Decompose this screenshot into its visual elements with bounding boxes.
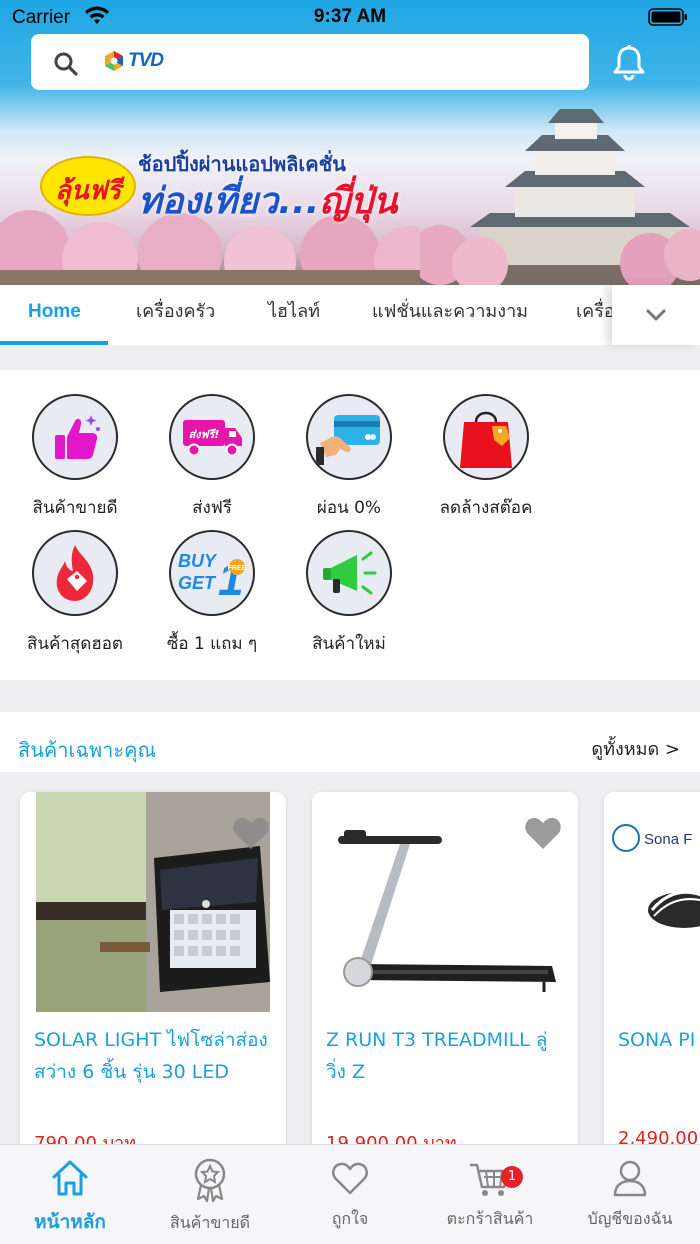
promo-line-2a: ท่องเที่ยว... [138,181,320,222]
promo-line-2b: ญี่ปุ่น [319,181,398,222]
nav-label: บัญชีของฉัน [587,1209,673,1228]
nav-favorites[interactable]: ถูกใจ [280,1157,420,1232]
nav-label: ถูกใจ [331,1209,369,1228]
product-image-sona: Sona F [604,792,700,1022]
nav-account[interactable]: บัญชีของฉัน [560,1157,700,1232]
tvd-logo: TVD [103,50,164,72]
product-name: SOLAR LIGHT ไฟโซล่าส่องสว่าง 6 ชิ้น รุ่น… [34,1029,268,1083]
category-icon-frame [306,394,392,480]
nav-label: ตะกร้าสินค้า [446,1209,534,1228]
category-label: สินค้าใหม่ [312,634,386,654]
free-label: FREE [228,565,247,572]
free-badge-label: ลุ้นฟรี [54,176,122,206]
nav-best-seller[interactable]: สินค้าขายดี [140,1157,280,1236]
chevron-down-icon [646,309,666,321]
promo-line-2: ท่องเที่ยว...ญี่ปุ่น [138,172,397,229]
bottom-navigation: หน้าหลัก สินค้าขายดี ถูกใจ 1 ตะกร้าสินค้… [0,1144,700,1244]
active-tab-indicator [0,341,108,345]
search-bar[interactable]: TVD [31,34,589,90]
favorite-heart-icon[interactable] [232,816,270,850]
tab-highlight[interactable]: ไฮไลท์ [268,285,320,345]
nav-label: หน้าหลัก [34,1211,106,1233]
category-hot-items[interactable]: สินค้าสุดฮอต [5,530,145,657]
tab-kitchen[interactable]: เครื่องครัว [136,285,215,345]
heart-icon [332,1162,368,1195]
product-card[interactable]: SOLAR LIGHT ไฟโซล่าส่องสว่าง 6 ชิ้น รุ่น… [20,792,286,1172]
category-icon-frame [32,530,118,616]
category-label: สินค้าสุดฮอต [27,634,123,654]
category-icon-frame [32,394,118,480]
category-label: ลดล้างสต๊อค [439,498,533,518]
quick-categories: สินค้าขายดี ส่งฟรี! ส่งฟรี ผ่อน 0% ลดล้า… [0,370,700,680]
category-buy1-get[interactable]: BUY GET 1 FREE ซื้อ 1 แถม ๆ [142,530,282,657]
featured-section: สินค้าเฉพาะคุณ ดูทั้งหมด > SOLAR LIGHT ไ… [0,712,700,1172]
category-label: ซื้อ 1 แถม ๆ [166,634,258,654]
user-icon [613,1160,647,1197]
app-screen: Carrier 9:37 AM TVD ลุ้นฟรี ช้อปปิ้งผ่าน… [0,0,700,1244]
category-installment[interactable]: ผ่อน 0% [279,394,419,521]
truck-label: ส่งฟรี! [189,428,220,441]
shopping-bag-icon [460,411,512,468]
featured-title: สินค้าเฉพาะคุณ [18,738,157,762]
tab-fashion-beauty[interactable]: แฟชั่นและความงาม [372,285,528,345]
notification-bell-icon[interactable] [611,44,647,82]
product-card[interactable]: Sona F SONA PI สบาย 2,490.00 [604,792,700,1172]
product-name: SONA PI สบาย [618,1029,700,1051]
see-all-link[interactable]: ดูทั้งหมด > [591,734,680,763]
nav-cart[interactable]: 1 ตะกร้าสินค้า [420,1157,560,1232]
get-label: GET [178,573,217,593]
status-bar: Carrier 9:37 AM [0,0,700,34]
credit-card-icon [316,415,380,465]
category-icon-frame [443,394,529,480]
category-new-items[interactable]: สินค้าใหม่ [279,530,419,657]
tabs-expand-button[interactable] [612,285,700,345]
clock-label: 9:37 AM [313,6,387,27]
nav-label: สินค้าขายดี [169,1213,251,1232]
category-icon-frame [306,530,392,616]
delivery-truck-icon: ส่งฟรี! [183,420,242,457]
cart-count-badge: 1 [501,1166,523,1188]
home-icon [52,1160,88,1196]
tvd-logo-mark-icon [105,51,123,71]
thumbs-up-icon [55,415,100,459]
product-name: Z RUN T3 TREADMILL ลู่วิ่ง Z [326,1029,548,1083]
product-card[interactable]: Z RUN T3 TREADMILL ลู่วิ่ง Z 19,900.00 บ… [312,792,578,1172]
category-icon-frame: BUY GET 1 FREE [169,530,255,616]
nav-home[interactable]: หน้าหลัก [0,1157,140,1237]
category-free-shipping[interactable]: ส่งฟรี! ส่งฟรี [142,394,282,521]
battery-icon [648,8,687,26]
free-badge: ลุ้นฟรี [40,156,136,216]
category-icon-frame: ส่งฟรี! [169,394,255,480]
tab-home[interactable]: Home [28,285,81,345]
tab-appliances[interactable]: เครื่อ [576,285,615,345]
category-best-seller[interactable]: สินค้าขายดี [5,394,145,521]
brand-label: Sona F [644,831,692,848]
category-label: สินค้าขายดี [32,498,118,518]
megaphone-icon [323,551,377,595]
category-label: ส่งฟรี [192,498,232,518]
buy-label: BUY [178,551,218,571]
promo-headline: ลุ้นฟรี ช้อปปิ้งผ่านแอปพลิเคชั่น ท่องเที… [40,148,640,228]
category-label: ผ่อน 0% [316,498,382,518]
favorite-heart-icon[interactable] [524,816,562,850]
tvd-logo-text: TVD [128,50,164,71]
buy-one-get-one-icon: BUY GET 1 FREE [178,551,247,603]
fire-tag-icon [56,545,94,601]
category-clearance[interactable]: ลดล้างสต๊อค [416,394,556,521]
award-icon [194,1158,226,1203]
category-tabs: Home เครื่องครัว ไฮไลท์ แฟชั่นและความงาม… [0,285,700,345]
hero-banner[interactable]: Carrier 9:37 AM TVD ลุ้นฟรี ช้อปปิ้งผ่าน… [0,0,700,285]
search-icon [54,52,78,76]
